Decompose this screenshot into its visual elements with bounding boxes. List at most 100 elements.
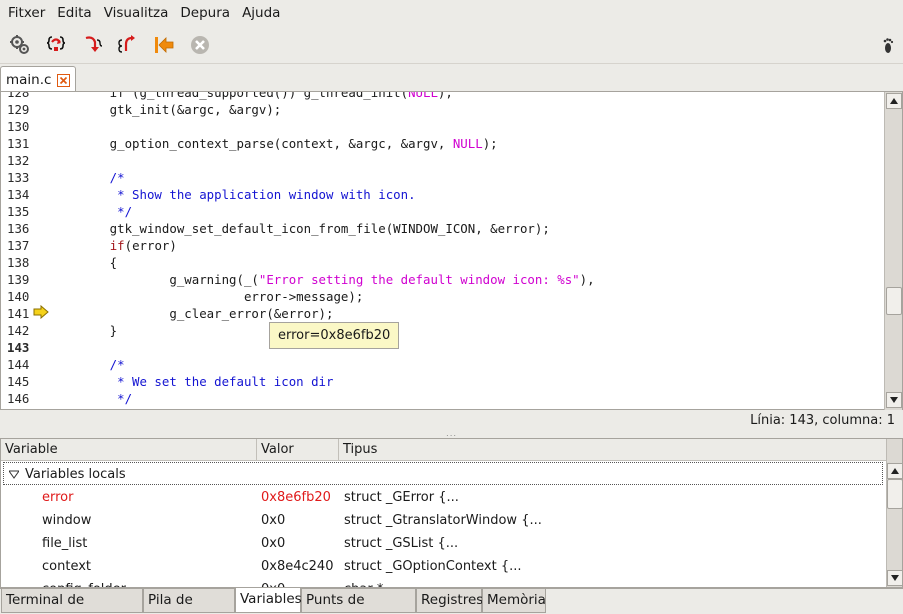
code-line[interactable]: * Show the application window with icon.: [50, 186, 416, 203]
tab-variables[interactable]: Variables: [235, 588, 302, 613]
code-line[interactable]: g_warning(_("Error setting the default w…: [50, 271, 595, 288]
cursor-position: Línia: 143, columna: 1: [750, 413, 895, 428]
variable-type: struct _GtranslatorWindow {...: [344, 513, 542, 528]
code-token: if: [109, 238, 125, 253]
code-token: * We set the default icon dir: [50, 374, 334, 389]
code-token: }: [50, 323, 118, 338]
line-number[interactable]: 134: [7, 186, 47, 203]
code-line[interactable]: * We set the default icon dir: [50, 373, 333, 390]
footprint-button[interactable]: [874, 31, 902, 59]
table-row[interactable]: context 0x8e4c240 struct _GOptionContext {…: [1, 555, 886, 578]
vars-scroll-down-button[interactable]: [887, 570, 902, 586]
code-token: /*: [50, 357, 125, 372]
code-token: ),: [579, 272, 595, 287]
step-into-button[interactable]: [78, 31, 106, 59]
variable-value: 0x0: [261, 536, 286, 551]
vars-scroll-up-button[interactable]: [887, 463, 902, 479]
variable-value: 0x0: [261, 578, 285, 587]
line-number[interactable]: 135: [7, 203, 47, 220]
column-valor[interactable]: Valor: [257, 439, 339, 461]
step-out-button[interactable]: [114, 31, 142, 59]
code-token: error->message);: [50, 289, 364, 304]
stop-icon: [191, 36, 209, 54]
code-token: NULL: [408, 91, 438, 100]
variables-panel: Variable Valor Tipus Variables locals er…: [0, 438, 903, 588]
menu-visualitza[interactable]: Visualitza: [98, 2, 175, 24]
code-token: (error): [124, 238, 177, 253]
tab-call-stack[interactable]: Pila de crides: [143, 589, 235, 613]
line-number[interactable]: 130: [7, 118, 47, 135]
line-number[interactable]: 129: [7, 101, 47, 118]
menu-edita[interactable]: Edita: [51, 2, 97, 24]
line-number[interactable]: 138: [7, 254, 47, 271]
line-number[interactable]: 140: [7, 288, 47, 305]
expander-triangle-icon[interactable]: [9, 469, 19, 479]
table-row[interactable]: config_folder 0x0 char *: [1, 578, 886, 587]
code-line[interactable]: g_option_context_parse(context, &argc, &…: [50, 135, 498, 152]
code-line[interactable]: if(error): [50, 237, 177, 254]
code-line[interactable]: }: [50, 322, 117, 339]
variable-name: error: [42, 490, 74, 505]
line-number[interactable]: 143: [7, 339, 47, 356]
menu-ajuda[interactable]: Ajuda: [236, 2, 286, 24]
variables-scrollbar[interactable]: [886, 439, 902, 587]
line-number[interactable]: 132: [7, 152, 47, 169]
line-number[interactable]: 145: [7, 373, 47, 390]
step-into-icon: [85, 36, 103, 52]
code-line[interactable]: error->message);: [50, 288, 363, 305]
line-number-gutter: 128 129 130 131 132 133 134 135 136 137 138 139 140 1…: [1, 92, 48, 409]
line-number[interactable]: 136: [7, 220, 47, 237]
table-row[interactable]: file_list 0x0 struct _GSList {...: [1, 532, 886, 555]
code-token: "Error setting the default window icon: …: [258, 272, 580, 287]
step-over-button[interactable]: [42, 31, 70, 59]
variables-header: Variable Valor Tipus: [1, 439, 886, 461]
stop-button[interactable]: [186, 31, 214, 59]
scroll-up-button[interactable]: [886, 93, 902, 109]
status-bar: Línia: 143, columna: 1: [0, 410, 903, 432]
source-editor[interactable]: 128 129 130 131 132 133 134 135 136 137 138 139 140 1…: [0, 91, 903, 410]
column-tipus[interactable]: Tipus: [339, 439, 886, 461]
code-token: gtk_init(&argc, &argv);: [50, 102, 282, 117]
code-line[interactable]: */: [50, 390, 132, 407]
variable-name: file_list: [42, 536, 88, 551]
line-number[interactable]: 142: [7, 322, 47, 339]
tab-breakpoints[interactable]: Punts de ruptura: [301, 589, 416, 613]
code-line[interactable]: {: [50, 254, 117, 271]
code-token: * Show the application window with icon.: [50, 187, 416, 202]
tree-group-locals[interactable]: Variables locals: [3, 462, 883, 485]
menu-depura[interactable]: Depura: [174, 2, 236, 24]
editor-scroll-thumb[interactable]: [886, 287, 902, 315]
scroll-down-button[interactable]: [886, 392, 902, 408]
table-row[interactable]: error 0x8e6fb20 struct _GError {...: [1, 486, 886, 509]
code-token: );: [482, 136, 498, 151]
code-line[interactable]: /*: [50, 356, 125, 373]
column-variable[interactable]: Variable: [1, 439, 257, 461]
editor-scrollbar[interactable]: [884, 92, 902, 410]
tab-memory[interactable]: Memòria: [482, 589, 546, 613]
code-line[interactable]: */: [50, 203, 132, 220]
toolbar: [0, 26, 903, 64]
code-line[interactable]: if (g_thread_supported()) g_thread_init(…: [50, 91, 453, 101]
code-line[interactable]: gtk_init(&argc, &argv);: [50, 101, 282, 118]
line-number[interactable]: 144: [7, 356, 47, 373]
vars-scroll-thumb[interactable]: [887, 479, 902, 509]
line-number[interactable]: 139: [7, 271, 47, 288]
table-row[interactable]: window 0x0 struct _GtranslatorWindow {...: [1, 509, 886, 532]
tab-terminal[interactable]: Terminal de l'objectiu: [1, 589, 143, 613]
tab-main-c[interactable]: main.c: [0, 66, 76, 93]
line-number[interactable]: 128: [7, 92, 47, 101]
code-token: gtk_window_set_default_icon_from_file(WI…: [50, 221, 550, 236]
code-line[interactable]: g_clear_error(&error);: [50, 305, 333, 322]
line-number[interactable]: 146: [7, 390, 47, 407]
footprint-icon: [883, 38, 894, 53]
tab-close-button[interactable]: [57, 73, 71, 87]
code-line[interactable]: /*: [50, 169, 125, 186]
line-number[interactable]: 131: [7, 135, 47, 152]
continue-button[interactable]: [150, 31, 178, 59]
line-number[interactable]: 133: [7, 169, 47, 186]
settings-gears-button[interactable]: [6, 31, 34, 59]
code-line[interactable]: gtk_window_set_default_icon_from_file(WI…: [50, 220, 550, 237]
line-number[interactable]: 137: [7, 237, 47, 254]
menu-fitxer[interactable]: Fitxer: [2, 2, 51, 24]
tab-registers[interactable]: Registres: [416, 589, 483, 613]
